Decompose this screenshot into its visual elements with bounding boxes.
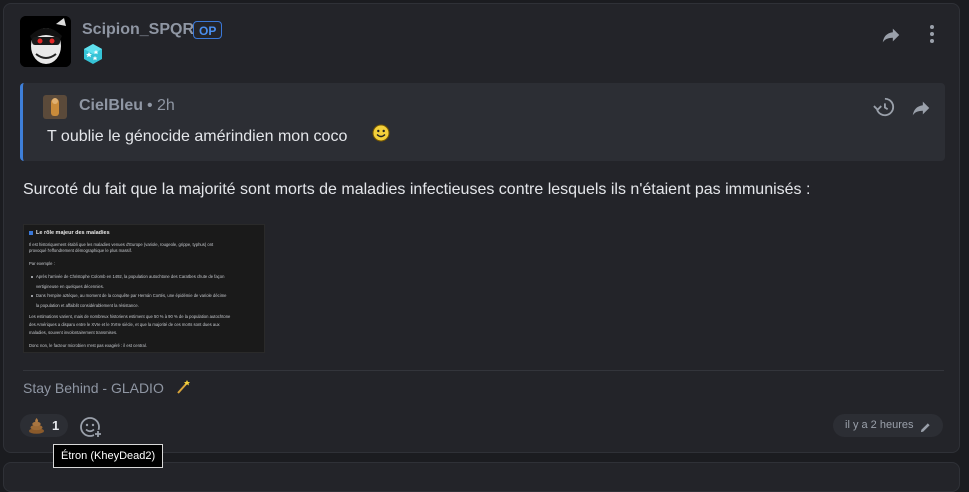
quote-text: T oublie le génocide amérindien mon coco <box>47 128 348 145</box>
image-list-item: Après l'arrivée de Christophe Colomb en … <box>36 274 225 279</box>
quoted-message: CielBleu • 2h T oublie le génocide améri… <box>20 83 945 161</box>
author-username[interactable]: Scipion_SPQR <box>82 21 194 39</box>
bullet <box>31 276 33 278</box>
op-badge: OP <box>193 21 223 39</box>
user-badge-icon <box>82 43 104 65</box>
wand-icon <box>175 379 191 395</box>
quote-username[interactable]: CielBleu <box>79 97 143 115</box>
quote-time: 2h <box>157 97 175 114</box>
reaction-button[interactable]: 1 <box>20 414 68 437</box>
image-paragraph: provoqué l'effondrement démographique le… <box>29 248 132 253</box>
image-list-item: la population et affaiblit considérablem… <box>36 303 139 308</box>
image-title: Le rôle majeur des maladies <box>36 230 110 236</box>
image-paragraph: des Amériques a disparu entre le XVIe et… <box>29 322 220 327</box>
post-card: Scipion_SPQR OP CielBleu • 2h T oublie l… <box>3 3 960 453</box>
signature-text: Stay Behind - GLADIO <box>23 380 164 396</box>
add-reaction-icon[interactable] <box>79 415 103 439</box>
quote-separator: • <box>147 97 153 114</box>
history-icon[interactable] <box>873 96 895 118</box>
image-paragraph: Par exemple : <box>29 261 55 266</box>
share-icon[interactable] <box>880 24 902 46</box>
quote-share-icon[interactable] <box>910 97 932 119</box>
post-timestamp: il y a 2 heures <box>845 419 914 431</box>
poop-emoji-icon <box>28 417 45 434</box>
more-options-icon[interactable] <box>924 22 940 46</box>
timestamp-pill[interactable]: il y a 2 heures <box>833 414 943 437</box>
image-list-item: vertigineuse en quelques décennies. <box>36 284 104 289</box>
post-body-text: Surcoté du fait que la majorité sont mor… <box>23 181 811 198</box>
user-avatar[interactable] <box>20 16 71 67</box>
image-paragraph: Les estimations varient, mais de nombreu… <box>29 314 231 319</box>
image-list-item: Dans l'empire aztèque, au moment de la c… <box>36 293 227 298</box>
embedded-screenshot[interactable]: Le rôle majeur des maladies Il est histo… <box>23 224 265 353</box>
image-paragraph: maladies, souvent involontairement trans… <box>29 330 118 335</box>
bullet <box>31 295 33 297</box>
reaction-count: 1 <box>52 418 60 433</box>
signature-divider <box>23 370 944 371</box>
image-paragraph: Donc non, le facteur microbien n'est pas… <box>29 343 147 348</box>
reaction-tooltip: Étron (KheyDead2) <box>53 444 164 468</box>
section-icon <box>29 231 33 235</box>
pencil-icon <box>920 420 931 433</box>
quote-avatar[interactable] <box>43 95 67 119</box>
image-paragraph: Il est historiquement établi que les mal… <box>29 242 214 247</box>
smiley-icon <box>372 124 390 142</box>
